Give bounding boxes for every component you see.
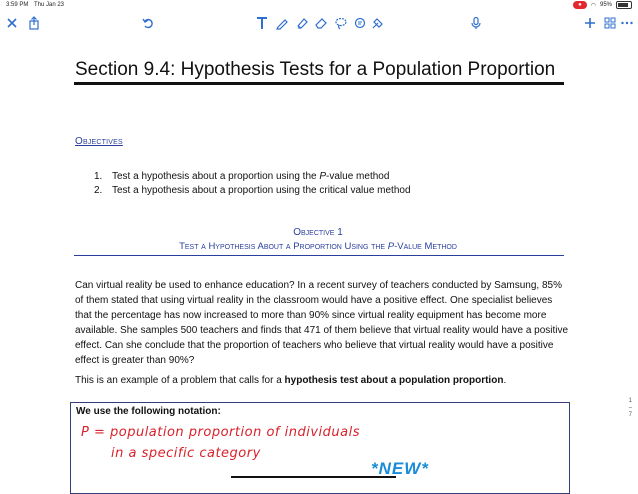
lasso-icon[interactable] [333, 14, 349, 32]
notation-box: We use the following notation: P = popul… [70, 402, 570, 494]
close-icon[interactable] [4, 14, 20, 32]
eraser-icon[interactable] [313, 14, 329, 32]
status-right: ● ◠ 95% [573, 1, 632, 9]
summary-paragraph: This is an example of a problem that cal… [75, 375, 507, 386]
handwriting-line-1: P = population proportion of individuals [81, 425, 360, 440]
add-icon[interactable] [582, 14, 598, 32]
problem-paragraph: Can virtual reality be used to enhance e… [75, 280, 569, 366]
grid-icon[interactable] [602, 14, 618, 32]
more-icon[interactable] [620, 14, 634, 32]
ink-line [231, 476, 396, 478]
toolbar [0, 10, 638, 36]
battery-icon [616, 1, 632, 9]
objective-divider [74, 255, 564, 256]
status-date: Thu Jan 23 [34, 2, 65, 8]
status-time: 3:59 PM [6, 2, 29, 8]
notation-heading: We use the following notation: [76, 406, 221, 417]
highlighter-icon[interactable] [294, 14, 310, 32]
handwriting-line-2: in a specific category [111, 446, 261, 461]
share-icon[interactable] [26, 14, 42, 32]
microphone-icon[interactable] [468, 14, 484, 32]
shapes-icon[interactable] [352, 14, 368, 32]
battery-percent: 95% [599, 2, 612, 8]
objectives-list: 1. Test a hypothesis about a proportion u… [94, 170, 411, 198]
wifi-icon: ◠ [590, 2, 596, 9]
objective1-title: Objective 1 [293, 227, 343, 238]
page-title: Section 9.4: Hypothesis Tests for a Popu… [75, 59, 556, 80]
objectives-heading: Objectives [75, 136, 123, 147]
page-scroll-indicator[interactable]: 1 – 7 [629, 398, 632, 419]
undo-icon[interactable] [140, 14, 156, 32]
recording-indicator: ● [573, 1, 587, 9]
status-bar: 3:59 PM Thu Jan 23 ● ◠ 95% [0, 0, 638, 10]
text-tool-icon[interactable] [254, 14, 270, 32]
document-page[interactable]: Section 9.4: Hypothesis Tests for a Popu… [32, 36, 604, 494]
list-item: 1. Test a hypothesis about a proportion u… [94, 171, 390, 182]
objective1-subtitle: Test a Hypothesis About a Proportion Usi… [179, 241, 457, 252]
pen-icon[interactable] [274, 14, 290, 32]
image-icon[interactable] [370, 14, 386, 32]
title-divider [74, 82, 564, 85]
list-item: 2. Test a hypothesis about a proportion u… [94, 185, 411, 196]
